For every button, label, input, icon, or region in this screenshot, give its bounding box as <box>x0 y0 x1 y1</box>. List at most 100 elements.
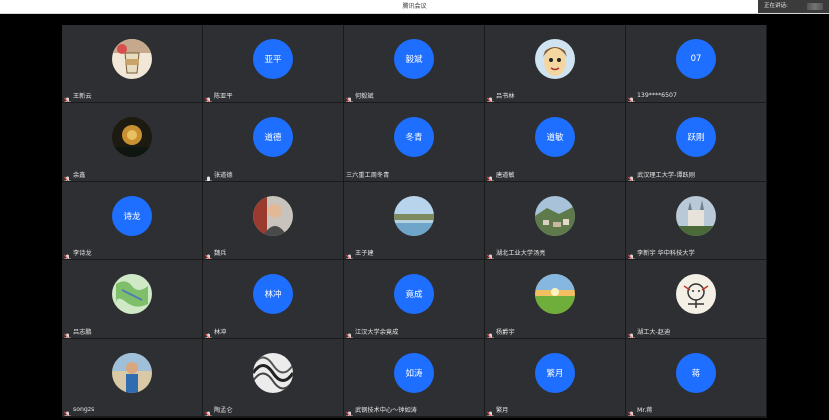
mic-muted-icon <box>64 91 71 103</box>
avatar: 蒋 <box>676 352 716 393</box>
participant-tile[interactable]: 蒋 Mr.蒋 <box>626 338 766 416</box>
participant-tile[interactable]: 吕志鹏 <box>62 260 202 338</box>
participant-tile[interactable]: 李新宇 华中科技大学 <box>626 181 766 260</box>
participant-tile[interactable]: 余鑫 <box>62 103 202 181</box>
participant-tile[interactable]: 王新云 <box>62 25 202 103</box>
participant-name: 余鑫 <box>73 171 86 179</box>
participant-name: 吕书林 <box>496 93 515 101</box>
avatar-initials: 如涛 <box>405 368 423 379</box>
avatar-photo <box>394 195 434 236</box>
mic-muted-icon <box>487 248 494 260</box>
mic-muted-icon <box>64 327 71 338</box>
avatar-photo <box>253 352 293 393</box>
participant-tile[interactable]: 跃刚武汉理工大学-谭跃刚 <box>626 103 766 181</box>
participant-name: 何毅斌 <box>355 93 374 101</box>
participant-tile[interactable]: 道敏唐道敏 <box>485 103 625 181</box>
participant-tile[interactable]: 湖工大-赵迪 <box>626 260 766 338</box>
participant-name: 湖北工业大学汤亮 <box>496 250 546 258</box>
avatar: 毅斌 <box>394 39 434 79</box>
speaker-thumbnail <box>807 3 823 10</box>
participant-tile[interactable]: 繁月 繁月 <box>485 338 625 416</box>
participant-tile[interactable]: 如涛武钢技术中心～钟如涛 <box>344 338 484 416</box>
participant-name: Mr.蒋 <box>637 406 653 414</box>
avatar: 林冲 <box>253 274 293 315</box>
mic-muted-icon <box>205 405 212 416</box>
participant-tile[interactable]: 吕书林 <box>485 25 625 103</box>
participant-tile[interactable]: 毅斌何毅斌 <box>344 25 484 103</box>
participant-name: 三六重工周冬青 <box>346 171 390 179</box>
participant-name: 林冲 <box>214 328 227 336</box>
participant-name-bar: 王新云 <box>64 90 92 103</box>
participant-name: 繁月 <box>496 406 509 414</box>
participant-name: 武钢技术中心～钟如涛 <box>355 406 417 414</box>
participant-name-bar: 魏兵 <box>205 247 226 260</box>
participant-tile[interactable]: 道德张道德 <box>203 103 343 181</box>
participant-tile[interactable]: 魏兵 <box>203 181 343 260</box>
title-bar: 腾讯会议 正在讲话: <box>0 0 829 14</box>
avatar: 繁月 <box>535 352 575 393</box>
avatar-photo <box>535 39 575 79</box>
mic-muted-icon <box>487 91 494 103</box>
participant-name-bar: 陶孟仑 <box>205 404 233 416</box>
avatar-initials: 林冲 <box>264 290 282 301</box>
avatar-photo <box>112 274 152 315</box>
participant-tile[interactable]: 冬青三六重工周冬青 <box>344 103 484 181</box>
participant-name: 陈亚平 <box>214 93 233 101</box>
participant-tile[interactable]: 竟成 江汉大学余竟成 <box>344 260 484 338</box>
mic-muted-icon <box>64 405 71 416</box>
participant-name: 江汉大学余竟成 <box>355 328 399 336</box>
participant-name-bar: 李新宇 华中科技大学 <box>628 247 695 260</box>
participant-name: 张道德 <box>214 171 233 179</box>
participant-tile[interactable]: 亚平陈亚平 <box>203 25 343 103</box>
avatar-initials: 毅斌 <box>405 55 423 65</box>
participant-tile[interactable]: 陶孟仑 <box>203 338 343 416</box>
participant-name: 王新云 <box>73 93 92 101</box>
avatar-initials: 冬青 <box>405 133 423 144</box>
avatar-photo <box>676 274 716 315</box>
mic-muted-icon <box>628 248 635 260</box>
avatar-initials: 07 <box>690 54 702 64</box>
speaking-label: 正在讲话: <box>764 3 788 9</box>
avatar-initials: 繁月 <box>546 368 564 379</box>
avatar-photo <box>535 274 575 315</box>
mic-muted-icon <box>487 170 494 181</box>
avatar-photo <box>112 352 152 393</box>
participant-tile[interactable]: songzs <box>62 338 202 416</box>
avatar-initials: 诗龙 <box>123 211 141 222</box>
participant-name: 唐道敏 <box>496 171 515 179</box>
participant-name: songzs <box>73 405 95 413</box>
mic-muted-icon <box>346 327 353 338</box>
avatar: 道敏 <box>535 117 575 158</box>
mic-muted-icon <box>628 405 635 416</box>
participant-name: 王子建 <box>355 250 374 258</box>
avatar: 跃刚 <box>676 117 716 158</box>
participant-tile[interactable]: 07 139****6507 <box>626 25 766 103</box>
participant-name: 139****6507 <box>637 92 677 100</box>
participant-name-bar: 杨爵宇 <box>487 326 515 338</box>
participant-name: 武汉理工大学-谭跃刚 <box>637 171 695 179</box>
participant-tile[interactable]: 诗龙 李诗龙 <box>62 181 202 260</box>
speaking-indicator: 正在讲话: <box>758 0 829 13</box>
participant-name-bar: 武钢技术中心～钟如涛 <box>346 404 417 416</box>
participant-name: 湖工大-赵迪 <box>637 328 671 336</box>
avatar: 冬青 <box>394 117 434 158</box>
avatar: 07 <box>676 39 716 79</box>
avatar-initials: 道敏 <box>546 133 564 144</box>
avatar: 诗龙 <box>112 195 152 236</box>
avatar-photo <box>112 117 152 158</box>
avatar: 道德 <box>253 117 293 158</box>
mic-icon <box>205 170 212 181</box>
mic-muted-icon <box>346 248 353 260</box>
avatar-initials: 蒋 <box>691 368 701 379</box>
participant-name-bar: 139****6507 <box>628 90 677 103</box>
avatar-photo <box>253 195 293 236</box>
participant-tile[interactable]: 王子建 <box>344 181 484 260</box>
participant-name-bar: 繁月 <box>487 404 509 416</box>
avatar-initials: 道德 <box>264 133 282 144</box>
participant-tile[interactable]: 林冲 林冲 <box>203 260 343 338</box>
participant-name: 李新宇 华中科技大学 <box>637 250 695 258</box>
participant-name-bar: 张道德 <box>205 169 233 181</box>
avatar-initials: 亚平 <box>264 55 282 65</box>
participant-tile[interactable]: 杨爵宇 <box>485 260 625 338</box>
participant-tile[interactable]: 湖北工业大学汤亮 <box>485 181 625 260</box>
